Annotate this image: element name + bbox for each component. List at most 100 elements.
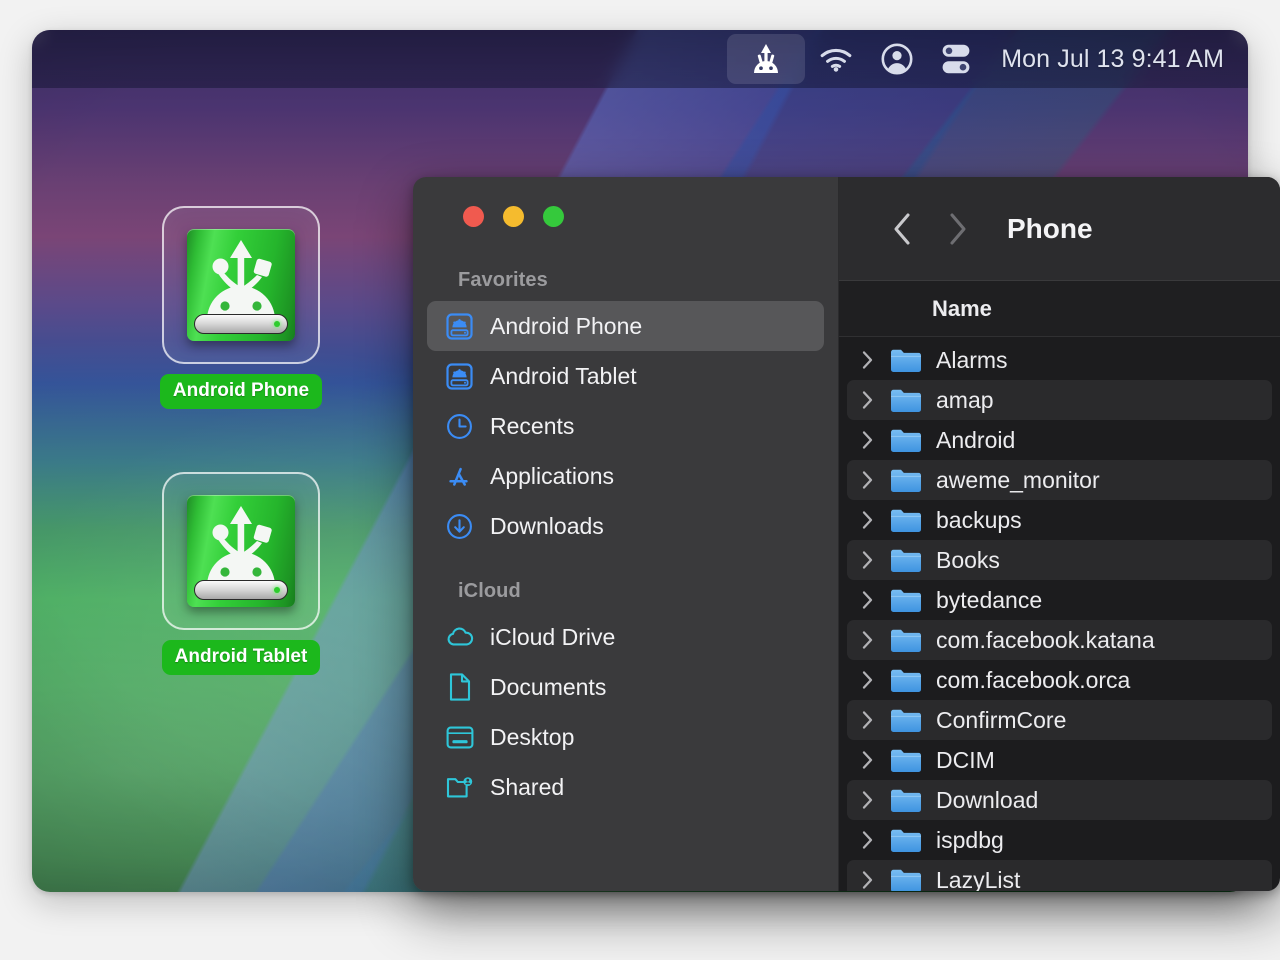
folder-icon bbox=[890, 627, 922, 653]
chevron-right-icon[interactable] bbox=[859, 710, 876, 730]
file-name: aweme_monitor bbox=[936, 466, 1100, 493]
sidebar-item-label: Android Phone bbox=[490, 312, 643, 339]
android-drive-icon bbox=[445, 312, 474, 341]
drive-led-icon bbox=[274, 321, 280, 327]
chevron-right-icon[interactable] bbox=[859, 470, 876, 490]
chevron-right-icon[interactable] bbox=[859, 750, 876, 770]
sidebar-item-documents[interactable]: Documents bbox=[427, 662, 824, 712]
file-name: Android bbox=[936, 426, 1016, 453]
finder-content-pane: Phone Name Alarms amap Android aweme_monito… bbox=[839, 177, 1280, 891]
sidebar-item-applications[interactable]: Applications bbox=[427, 451, 824, 501]
drive-slot bbox=[194, 314, 288, 334]
table-row[interactable]: Books bbox=[847, 540, 1272, 580]
folder-icon bbox=[890, 467, 922, 493]
shared-folder-icon bbox=[445, 773, 474, 802]
menubar-item-android-file-transfer[interactable] bbox=[727, 34, 806, 84]
sidebar-item-label: Downloads bbox=[490, 512, 604, 539]
table-row[interactable]: aweme_monitor bbox=[847, 460, 1272, 500]
file-name: DCIM bbox=[936, 746, 995, 773]
menu-bar: Mon Jul 13 9:41 AM bbox=[32, 30, 1248, 88]
android-drive-icon bbox=[445, 362, 474, 391]
file-list[interactable]: Alarms amap Android aweme_monitorbackups Boo… bbox=[839, 337, 1280, 891]
chevron-right-icon[interactable] bbox=[859, 870, 876, 890]
file-name: amap bbox=[936, 386, 994, 413]
zoom-button[interactable] bbox=[543, 205, 564, 227]
menubar-item-account[interactable] bbox=[867, 34, 927, 84]
sidebar-item-downloads[interactable]: Downloads bbox=[427, 501, 824, 551]
column-header-name[interactable]: Name bbox=[932, 296, 992, 322]
menubar-clock[interactable]: Mon Jul 13 9:41 AM bbox=[985, 45, 1224, 74]
control-center-icon bbox=[941, 43, 971, 75]
menubar-item-control-center[interactable] bbox=[927, 34, 985, 84]
chevron-right-icon[interactable] bbox=[859, 430, 876, 450]
chevron-right-icon[interactable] bbox=[859, 790, 876, 810]
wifi-icon bbox=[819, 46, 853, 72]
sidebar-item-label: Shared bbox=[490, 773, 565, 800]
minimize-button[interactable] bbox=[503, 205, 524, 227]
table-row[interactable]: LazyList bbox=[847, 860, 1272, 891]
sidebar-item-desktop[interactable]: Desktop bbox=[427, 712, 824, 762]
drive-body bbox=[187, 495, 295, 607]
desktop-icon-label: Android Tablet bbox=[161, 640, 321, 675]
download-arrow-icon bbox=[445, 512, 474, 541]
chevron-right-icon[interactable] bbox=[859, 390, 876, 410]
sidebar-item-android-phone[interactable]: Android Phone bbox=[427, 301, 824, 351]
folder-icon bbox=[890, 787, 922, 813]
table-row[interactable]: DCIM bbox=[847, 740, 1272, 780]
finder-sidebar: Favorites Android Phone Android Tablet R… bbox=[413, 177, 839, 891]
finder-toolbar: Phone bbox=[839, 177, 1280, 281]
folder-icon bbox=[890, 387, 922, 413]
chevron-right-icon[interactable] bbox=[859, 550, 876, 570]
table-row[interactable]: backups bbox=[847, 500, 1272, 540]
table-row[interactable]: com.facebook.katana bbox=[847, 620, 1272, 660]
cloud-icon bbox=[445, 623, 474, 652]
sidebar-item-shared[interactable]: Shared bbox=[427, 762, 824, 812]
chevron-right-icon[interactable] bbox=[859, 350, 876, 370]
table-row[interactable]: amap bbox=[847, 380, 1272, 420]
file-name: bytedance bbox=[936, 586, 1043, 613]
folder-icon bbox=[890, 867, 922, 891]
chevron-right-icon[interactable] bbox=[859, 510, 876, 530]
menubar-item-wifi[interactable] bbox=[805, 34, 867, 84]
folder-icon bbox=[890, 347, 922, 373]
sidebar-section-title-icloud: iCloud bbox=[458, 580, 521, 602]
table-row[interactable]: Android bbox=[847, 420, 1272, 460]
sidebar-item-recents[interactable]: Recents bbox=[427, 401, 824, 451]
file-name: Books bbox=[936, 546, 1000, 573]
folder-icon bbox=[890, 707, 922, 733]
folder-icon bbox=[890, 587, 922, 613]
sidebar-item-label: iCloud Drive bbox=[490, 623, 616, 650]
forward-button[interactable] bbox=[931, 203, 983, 255]
folder-icon bbox=[890, 547, 922, 573]
sidebar-item-icloud-drive[interactable]: iCloud Drive bbox=[427, 612, 824, 662]
table-row[interactable]: bytedance bbox=[847, 580, 1272, 620]
desktop-icon bbox=[445, 723, 474, 752]
table-row[interactable]: Alarms bbox=[847, 340, 1272, 380]
android-drive-icon bbox=[162, 472, 320, 630]
desktop-icon-android-phone[interactable]: Android Phone bbox=[156, 206, 326, 409]
chevron-right-icon[interactable] bbox=[859, 630, 876, 650]
folder-icon bbox=[890, 507, 922, 533]
chevron-right-icon[interactable] bbox=[859, 590, 876, 610]
column-header-row: Name bbox=[839, 281, 1280, 337]
chevron-right-icon[interactable] bbox=[859, 830, 876, 850]
sidebar-item-label: Desktop bbox=[490, 723, 575, 750]
sidebar-item-label: Applications bbox=[490, 462, 615, 489]
document-icon bbox=[445, 673, 474, 702]
folder-icon bbox=[890, 827, 922, 853]
table-row[interactable]: ConfirmCore bbox=[847, 700, 1272, 740]
sidebar-section-title-favorites: Favorites bbox=[458, 269, 548, 291]
table-row[interactable]: ispdbg bbox=[847, 820, 1272, 860]
table-row[interactable]: Download bbox=[847, 780, 1272, 820]
close-button[interactable] bbox=[463, 205, 484, 227]
table-row[interactable]: com.facebook.orca bbox=[847, 660, 1272, 700]
sidebar-item-android-tablet[interactable]: Android Tablet bbox=[427, 351, 824, 401]
window-controls bbox=[427, 177, 824, 255]
clock-icon bbox=[445, 412, 474, 441]
file-name: backups bbox=[936, 506, 1022, 533]
file-name: com.facebook.orca bbox=[936, 666, 1131, 693]
desktop-icon-android-tablet[interactable]: Android Tablet bbox=[156, 472, 326, 675]
back-button[interactable] bbox=[877, 203, 929, 255]
chevron-right-icon[interactable] bbox=[859, 670, 876, 690]
user-account-icon bbox=[881, 43, 913, 75]
